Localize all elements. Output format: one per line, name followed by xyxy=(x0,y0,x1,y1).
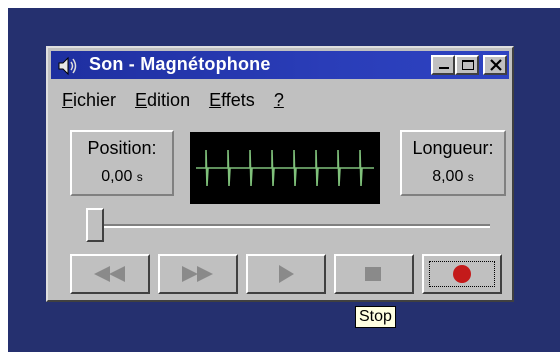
close-icon xyxy=(490,59,502,71)
play-icon xyxy=(279,265,294,283)
menu-bar: Fichier Edition Effets ? xyxy=(62,90,298,114)
position-label: Position: xyxy=(87,138,157,158)
length-panel: Longueur: 8,00 s xyxy=(400,130,506,196)
length-label: Longueur: xyxy=(412,138,494,158)
window-title: Son - Magnétophone xyxy=(89,54,271,74)
rewind-button[interactable] xyxy=(70,254,150,294)
record-icon xyxy=(453,265,471,283)
minimize-icon xyxy=(439,67,449,69)
stop-button[interactable] xyxy=(334,254,414,294)
maximize-icon xyxy=(462,60,474,70)
play-button[interactable] xyxy=(246,254,326,294)
menu-help[interactable]: ? xyxy=(274,90,284,110)
position-value: 0,00 s xyxy=(101,168,143,185)
waveform-display xyxy=(190,132,380,204)
title-bar[interactable]: Son - Magnétophone xyxy=(51,51,509,79)
menu-effets[interactable]: Effets xyxy=(209,90,255,110)
maximize-button[interactable] xyxy=(455,55,479,75)
minimize-button[interactable] xyxy=(431,55,455,75)
close-button[interactable] xyxy=(483,55,507,75)
position-panel: Position: 0,00 s xyxy=(70,130,174,196)
stop-tooltip: Stop xyxy=(355,306,396,328)
menu-fichier[interactable]: Fichier xyxy=(62,90,116,110)
record-button[interactable] xyxy=(422,254,502,294)
length-value: 8,00 s xyxy=(432,168,474,185)
sound-recorder-window: Son - Magnétophone Fichier Edition Effet… xyxy=(46,46,514,302)
waveform-icon xyxy=(196,149,374,187)
rewind-icon xyxy=(94,266,125,282)
position-slider-thumb[interactable] xyxy=(86,208,104,242)
position-slider-track[interactable] xyxy=(86,224,490,228)
speaker-icon xyxy=(58,56,77,76)
menu-edition[interactable]: Edition xyxy=(135,90,190,110)
fast-forward-icon xyxy=(182,266,213,282)
stop-icon xyxy=(365,267,381,281)
fast-forward-button[interactable] xyxy=(158,254,238,294)
